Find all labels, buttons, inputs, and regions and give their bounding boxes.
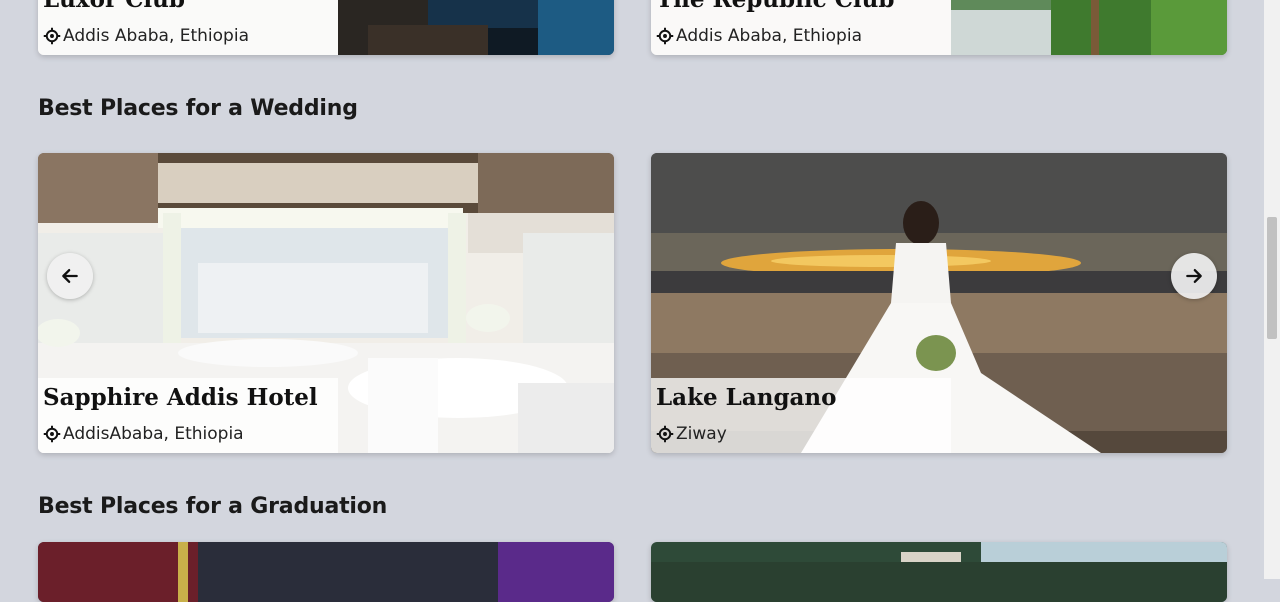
- venue-card-graduation-2[interactable]: [651, 542, 1227, 602]
- venue-name: The Republic Club: [656, 0, 894, 13]
- location-pin-icon: [43, 425, 61, 443]
- venue-location: Addis Ababa, Ethiopia: [656, 26, 862, 46]
- venue-name: Sapphire Addis Hotel: [43, 384, 318, 411]
- venue-card-graduation-1[interactable]: [38, 542, 614, 602]
- venue-location-text: AddisAbaba, Ethiopia: [63, 424, 244, 444]
- venues-page: Luxor Club Addis Ababa, Ethiopia The Rep…: [0, 0, 1264, 602]
- venue-caption: Sapphire Addis Hotel AddisAbaba, Ethiopi…: [38, 378, 338, 453]
- venue-location-text: Ziway: [676, 424, 727, 444]
- venue-photo: [651, 542, 1227, 602]
- venue-location: Ziway: [656, 424, 727, 444]
- section-title-wedding: Best Places for a Wedding: [38, 96, 358, 121]
- venue-name: Lake Langano: [656, 384, 837, 411]
- arrow-right-icon: [1186, 269, 1202, 283]
- venue-card-lake-langano[interactable]: Lake Langano Ziway: [651, 153, 1227, 453]
- venue-caption: Lake Langano Ziway: [651, 378, 951, 453]
- venue-card-sapphire-addis-hotel[interactable]: Sapphire Addis Hotel AddisAbaba, Ethiopi…: [38, 153, 614, 453]
- location-pin-icon: [656, 425, 674, 443]
- venue-card-republic-club[interactable]: The Republic Club Addis Ababa, Ethiopia: [651, 0, 1227, 55]
- venue-photo: [38, 542, 614, 602]
- carousel-prev-button[interactable]: [47, 253, 93, 299]
- venue-location: AddisAbaba, Ethiopia: [43, 424, 244, 444]
- venue-caption: The Republic Club Addis Ababa, Ethiopia: [651, 0, 951, 55]
- venue-location-text: Addis Ababa, Ethiopia: [63, 26, 249, 46]
- venue-location: Addis Ababa, Ethiopia: [43, 26, 249, 46]
- scrollbar-thumb[interactable]: [1267, 217, 1277, 339]
- section-title-graduation: Best Places for a Graduation: [38, 494, 388, 519]
- location-pin-icon: [43, 27, 61, 45]
- venue-card-luxor-club[interactable]: Luxor Club Addis Ababa, Ethiopia: [38, 0, 614, 55]
- venue-name: Luxor Club: [43, 0, 185, 13]
- page-scrollbar[interactable]: [1264, 0, 1280, 579]
- location-pin-icon: [656, 27, 674, 45]
- venue-caption: Luxor Club Addis Ababa, Ethiopia: [38, 0, 338, 55]
- arrow-left-icon: [62, 269, 78, 283]
- carousel-next-button[interactable]: [1171, 253, 1217, 299]
- venue-location-text: Addis Ababa, Ethiopia: [676, 26, 862, 46]
